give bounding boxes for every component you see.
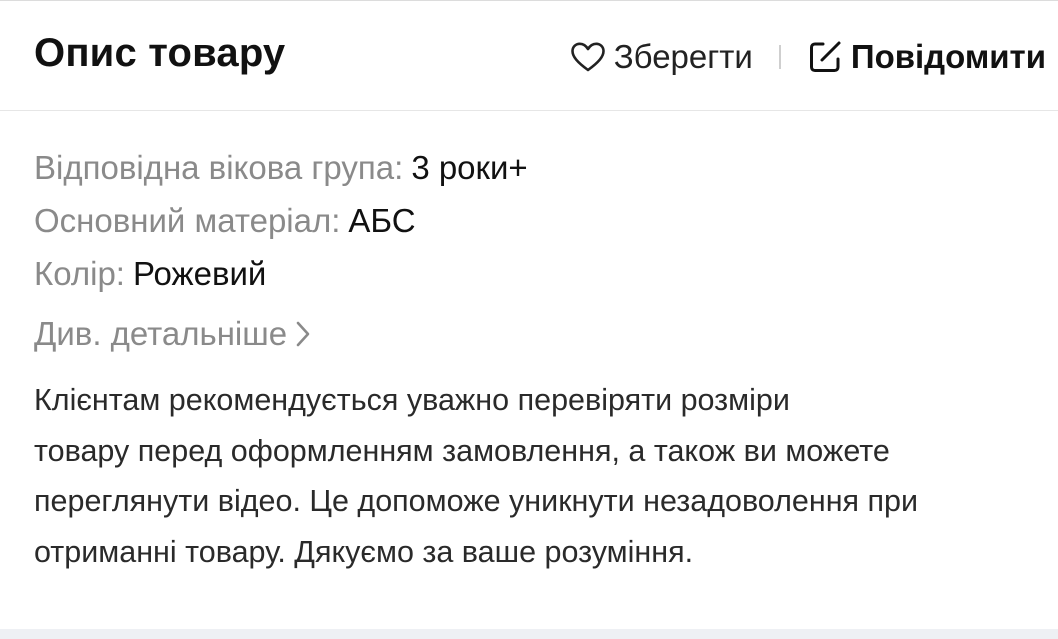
attribute-row-age: Відповідна вікова група: 3 роки+	[34, 141, 528, 194]
save-button[interactable]: Зберегти	[570, 38, 753, 76]
description-line: Клієнтам рекомендується уважно перевірят…	[34, 383, 790, 417]
attribute-value: АБС	[348, 202, 416, 239]
description-line: отриманні товару. Дякуємо за ваше розумі…	[34, 534, 694, 569]
edit-report-icon	[807, 39, 843, 75]
see-more-link[interactable]: Див. детальніше	[34, 307, 311, 360]
header-actions: Зберегти Повідомити	[570, 35, 1046, 79]
see-more-label: Див. детальніше	[34, 315, 288, 352]
description-line: переглянути відео. Це допоможе уникнути …	[34, 484, 919, 518]
bottom-separator	[0, 629, 1058, 639]
attribute-label: Колір:	[34, 255, 125, 292]
actions-divider	[778, 45, 781, 69]
attribute-label: Відповідна вікова група:	[34, 149, 404, 186]
chevron-right-icon	[295, 320, 311, 348]
save-label: Зберегти	[613, 38, 753, 75]
description-line: товару перед оформленням замовлення, а т…	[34, 433, 890, 468]
attribute-row-material: Основний матеріал: АБС	[34, 194, 528, 247]
attribute-row-color: Колір: Рожевий	[34, 247, 528, 300]
attribute-value: Рожевий	[132, 255, 267, 292]
heart-icon	[570, 41, 606, 73]
page-title: Опис товару	[34, 31, 286, 75]
attributes-list: Відповідна вікова група: 3 роки+ Основний…	[34, 141, 528, 360]
product-description-card: Опис товару Зберегти Повідомити Відповід…	[0, 0, 1058, 639]
attribute-label: Основний матеріал:	[34, 202, 341, 239]
section-header: Опис товару Зберегти Повідомити	[0, 1, 1058, 111]
attribute-value: 3 роки+	[411, 149, 528, 186]
description-text: Клієнтам рекомендується уважно перевірят…	[34, 375, 1024, 577]
report-label: Повідомити	[850, 38, 1046, 75]
report-button[interactable]: Повідомити	[807, 38, 1046, 76]
